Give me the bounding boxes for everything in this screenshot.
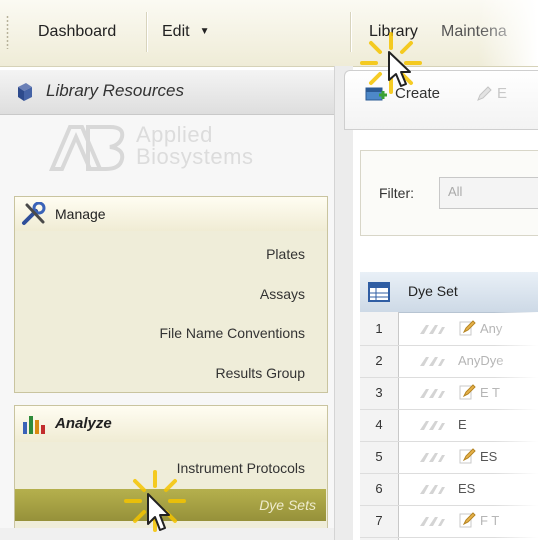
left-panel-title: Library Resources <box>46 81 184 100</box>
library-resources-icon <box>18 83 32 101</box>
dye-icon <box>420 389 445 398</box>
left-panel-header: Library Resources <box>0 70 334 115</box>
edit-document-icon[interactable] <box>458 447 476 465</box>
bar-chart-icon <box>23 416 45 434</box>
left-panel-footer <box>0 528 334 540</box>
grid-header-dye-set[interactable]: Dye Set <box>408 283 458 299</box>
filter-select-value[interactable]: All <box>448 184 462 199</box>
dye-set-name[interactable]: ES <box>458 481 475 496</box>
applied-biosystems-logo <box>48 125 125 171</box>
grid-header: Dye Set <box>360 272 538 313</box>
row-number: 1 <box>375 321 383 336</box>
filter-panel: Filter: All <box>360 150 538 236</box>
nav-instrument-protocols[interactable]: Instrument Protocols <box>177 460 305 476</box>
menu-separator <box>350 12 351 52</box>
nav-dye-sets[interactable]: Dye Sets <box>15 489 326 521</box>
dye-icon <box>420 357 445 366</box>
row-number: 2 <box>375 353 383 368</box>
menu-dashboard[interactable]: Dashboard <box>38 23 116 41</box>
create-icon[interactable] <box>365 85 387 103</box>
edit-button[interactable]: E <box>497 85 507 102</box>
menubar-fade <box>478 0 538 66</box>
panel-splitter[interactable] <box>334 66 353 540</box>
logo-line2: Biosystems <box>136 144 254 169</box>
logo-line1: Applied <box>136 122 213 147</box>
dye-icon <box>420 485 445 494</box>
row-number: 7 <box>375 513 383 528</box>
edit-document-icon[interactable] <box>458 383 476 401</box>
dye-icon <box>420 517 445 526</box>
dye-icon <box>420 325 445 334</box>
filter-select[interactable]: All <box>439 177 538 209</box>
toolbar-grip[interactable] <box>6 15 9 49</box>
row-number: 4 <box>375 417 383 432</box>
menu-bar: Dashboard Edit ▼ Library Maintena <box>0 0 538 67</box>
chevron-down-icon[interactable]: ▼ <box>200 26 210 37</box>
menu-edit[interactable]: Edit ▼ <box>162 23 209 41</box>
dye-set-name[interactable]: E <box>458 417 467 432</box>
edit-document-icon[interactable] <box>458 511 476 529</box>
tools-icon <box>22 202 46 225</box>
row-number: 5 <box>375 449 383 464</box>
table-icon[interactable] <box>368 282 390 302</box>
menu-separator <box>146 12 147 52</box>
row-number: 6 <box>375 481 383 496</box>
manage-section-body: Plates Assays File Name Conventions Resu… <box>14 231 328 393</box>
dye-icon <box>420 421 445 430</box>
manage-section-header[interactable]: Manage <box>14 196 328 232</box>
nav-dye-sets-label[interactable]: Dye Sets <box>259 497 316 513</box>
menu-library[interactable]: Library <box>369 23 418 41</box>
create-button[interactable]: Create <box>395 85 440 102</box>
edit-document-icon[interactable] <box>458 319 476 337</box>
manage-section-title: Manage <box>55 206 106 222</box>
logo-wordmark: Applied Biosystems <box>136 124 253 168</box>
dye-icon <box>420 453 445 462</box>
nav-assays[interactable]: Assays <box>260 286 305 302</box>
filter-label: Filter: <box>379 185 414 201</box>
menu-edit-label[interactable]: Edit <box>162 23 190 40</box>
nav-results-group[interactable]: Results Group <box>216 365 305 381</box>
nav-plates[interactable]: Plates <box>266 246 305 262</box>
library-toolbar: Create E <box>344 70 538 130</box>
edit-pencil-icon[interactable] <box>475 85 493 103</box>
grid-fade <box>494 312 538 540</box>
analyze-section-header[interactable]: Analyze <box>14 405 328 443</box>
analyze-section-title: Analyze <box>55 415 112 432</box>
row-number: 3 <box>375 385 383 400</box>
nav-file-name-conventions[interactable]: File Name Conventions <box>159 325 305 341</box>
